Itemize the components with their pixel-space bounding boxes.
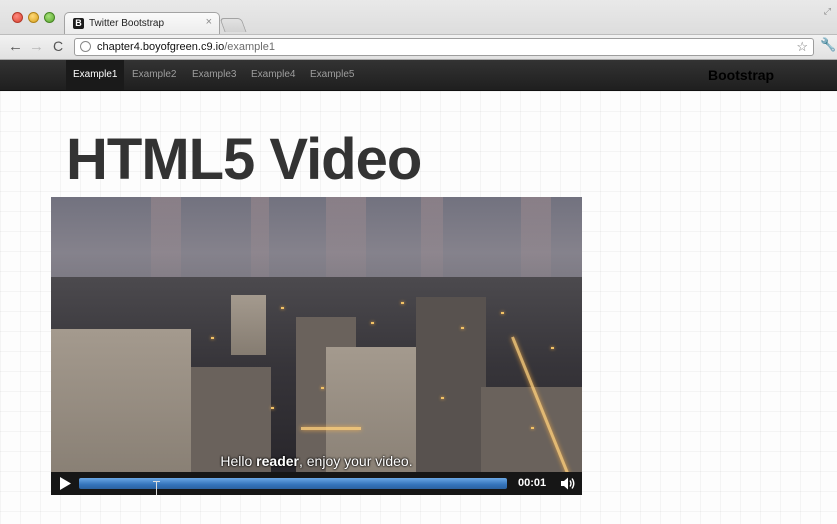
tab-title: Twitter Bootstrap <box>89 18 165 29</box>
nav-item-example1[interactable]: Example1 <box>66 60 125 90</box>
seek-bar[interactable] <box>79 478 507 495</box>
video-frame-street-light <box>301 427 361 430</box>
browser-toolbar: ← → C chapter4.boyofgreen.c9.io/example1… <box>0 34 837 59</box>
nav-item-example5[interactable]: Example5 <box>303 60 361 90</box>
seek-playhead[interactable] <box>153 481 160 495</box>
video-frame-building <box>51 329 191 495</box>
video-frame-window-light <box>281 307 284 309</box>
address-bar[interactable]: chapter4.boyofgreen.c9.io/example1 ☆ <box>74 38 814 56</box>
video-frame-window-light <box>501 312 504 314</box>
favicon-icon: B <box>73 18 84 29</box>
browser-chrome: B Twitter Bootstrap × ⤢ ← → C chapter4.b… <box>0 0 837 60</box>
site-navbar: Example1 Example2 Example3 Example4 Exam… <box>0 60 837 91</box>
new-tab-button[interactable] <box>219 18 247 32</box>
video-frame-window-light <box>551 347 554 349</box>
minimize-window-button[interactable] <box>28 12 39 23</box>
video-timecode: 00:01 <box>518 477 547 489</box>
fullscreen-icon[interactable]: ⤢ <box>824 6 831 17</box>
wrench-icon[interactable]: 🔧 <box>820 37 836 53</box>
browser-tab[interactable]: B Twitter Bootstrap × <box>64 12 220 34</box>
url-path: /example1 <box>224 41 275 53</box>
play-button[interactable] <box>54 475 74 492</box>
zoom-window-button[interactable] <box>44 12 55 23</box>
nav-item-example4[interactable]: Example4 <box>244 60 302 90</box>
page-content: HTML5 Video Hello reader, enjoy your vid… <box>0 91 837 524</box>
page-title: HTML5 Video <box>66 127 422 192</box>
play-icon <box>60 477 71 490</box>
nav-item-example3[interactable]: Example3 <box>185 60 243 90</box>
volume-icon[interactable] <box>560 476 576 491</box>
tab-close-icon[interactable]: × <box>206 16 212 28</box>
video-frame-window-light <box>401 302 404 304</box>
video-player[interactable]: Hello reader, enjoy your video. 00:01 <box>51 197 582 495</box>
forward-icon[interactable]: → <box>29 38 44 55</box>
video-frame-window-light <box>211 337 214 339</box>
video-frame-building <box>231 295 266 355</box>
nav-item-example2[interactable]: Example2 <box>125 60 183 90</box>
navbar-brand[interactable]: Bootstrap <box>708 60 774 90</box>
address-url[interactable]: chapter4.boyofgreen.c9.io/example1 <box>97 41 275 53</box>
caption-prefix: Hello <box>220 453 257 469</box>
bookmark-star-icon[interactable]: ☆ <box>796 39 808 55</box>
video-frame-window-light <box>371 322 374 324</box>
video-frame-window-light <box>461 327 464 329</box>
caption-suffix: , enjoy your video. <box>298 453 413 469</box>
caption-bold: reader <box>256 453 299 469</box>
video-caption: Hello reader, enjoy your video. <box>51 453 582 469</box>
video-frame-window-light <box>271 407 274 409</box>
video-frame-window-light <box>321 387 324 389</box>
close-window-button[interactable] <box>12 12 23 23</box>
url-host: chapter4.boyofgreen.c9.io <box>97 41 225 53</box>
reload-icon[interactable]: C <box>53 38 63 55</box>
tab-strip: B Twitter Bootstrap × ⤢ <box>0 0 837 34</box>
video-frame-window-light <box>531 427 534 429</box>
globe-icon <box>80 41 91 52</box>
video-frame-window-light <box>441 397 444 399</box>
back-icon[interactable]: ← <box>8 38 23 55</box>
video-controls: 00:01 <box>51 472 582 495</box>
